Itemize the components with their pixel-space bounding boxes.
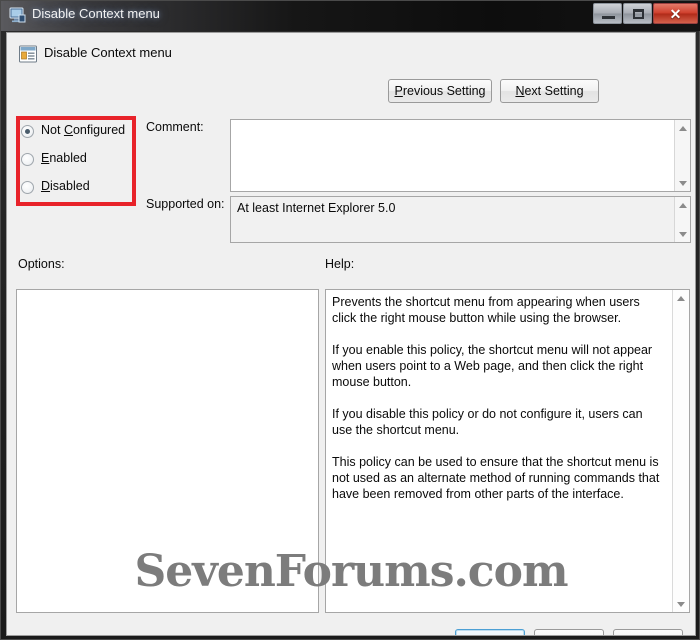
close-button[interactable]: ✕ xyxy=(653,3,698,24)
help-paragraph: Prevents the shortcut menu from appearin… xyxy=(332,295,640,325)
dialog-client-area: Disable Context menu Previous Setting Ne… xyxy=(6,32,696,636)
help-paragraph: If you disable this policy or do not con… xyxy=(332,407,643,437)
scroll-up-icon[interactable] xyxy=(675,121,691,135)
help-text: Prevents the shortcut menu from appearin… xyxy=(332,294,662,518)
dialog-window: Disable Context menu ✕ Disable Context m… xyxy=(0,0,700,640)
scroll-down-icon[interactable] xyxy=(675,227,691,241)
radio-disabled-label: Disabled xyxy=(41,179,90,193)
radio-indicator-icon xyxy=(21,125,34,138)
ok-button[interactable]: OK xyxy=(455,629,525,635)
help-paragraph: This policy can be used to ensure that t… xyxy=(332,455,660,501)
radio-enabled-label: Enabled xyxy=(41,151,87,165)
window-monitor-icon xyxy=(9,7,27,24)
previous-setting-button[interactable]: Previous Setting xyxy=(388,79,492,103)
close-icon: ✕ xyxy=(669,6,682,22)
options-panel[interactable] xyxy=(16,289,319,613)
supported-on-field: At least Internet Explorer 5.0 xyxy=(230,196,691,243)
next-setting-button[interactable]: Next Setting xyxy=(500,79,599,103)
comment-scrollbar[interactable] xyxy=(674,120,690,191)
minimize-icon xyxy=(602,16,615,19)
cancel-button[interactable]: Cancel xyxy=(534,629,604,635)
supported-on-label: Supported on: xyxy=(146,197,225,211)
group-policy-setting-icon xyxy=(18,44,38,64)
help-panel: Prevents the shortcut menu from appearin… xyxy=(325,289,690,613)
page-title: Disable Context menu xyxy=(44,45,172,60)
window-controls: ✕ xyxy=(593,3,698,24)
maximize-icon xyxy=(633,9,644,19)
maximize-button[interactable] xyxy=(623,3,652,24)
comment-input[interactable] xyxy=(230,119,691,192)
scroll-up-icon[interactable] xyxy=(673,291,689,305)
supported-on-scrollbar[interactable] xyxy=(674,197,690,242)
apply-button[interactable]: Apply xyxy=(613,629,683,635)
supported-on-value: At least Internet Explorer 5.0 xyxy=(237,201,396,215)
comment-label: Comment: xyxy=(146,120,204,134)
help-paragraph: If you enable this policy, the shortcut … xyxy=(332,343,653,389)
scroll-down-icon[interactable] xyxy=(675,176,691,190)
minimize-button[interactable] xyxy=(593,3,622,24)
radio-indicator-icon xyxy=(21,153,34,166)
radio-indicator-icon xyxy=(21,181,34,194)
options-label: Options: xyxy=(18,257,65,271)
help-label: Help: xyxy=(325,257,355,271)
scroll-up-icon[interactable] xyxy=(675,198,691,212)
radio-not-configured-label: Not Configured xyxy=(41,123,126,137)
title-bar: Disable Context menu ✕ xyxy=(1,1,700,31)
help-scrollbar[interactable] xyxy=(672,290,689,612)
window-title: Disable Context menu xyxy=(32,6,160,21)
scroll-down-icon[interactable] xyxy=(673,597,689,611)
